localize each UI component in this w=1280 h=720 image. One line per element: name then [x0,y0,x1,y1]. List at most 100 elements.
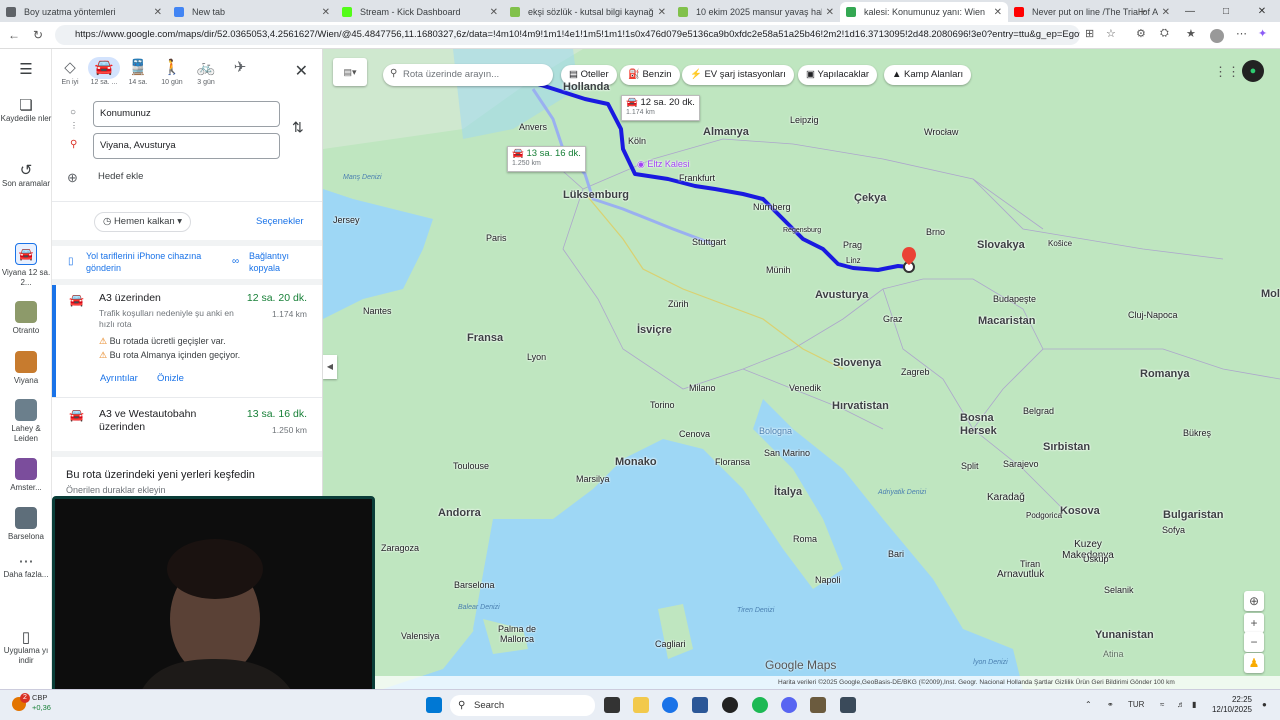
destination-input[interactable]: Viyana, Avusturya [93,133,280,159]
route-time-bubble-primary[interactable]: 🚘 12 sa. 20 dk. 1.174 km [621,95,700,121]
rail-recent-otranto[interactable]: Otranto [0,301,52,336]
app-icon[interactable] [840,697,856,713]
microphone-icon[interactable]: ⚭ [1107,700,1114,709]
layer-toggle[interactable]: ▤▾ [333,58,367,86]
explore-subtitle[interactable]: Önerilen duraklar ekleyin [66,485,166,495]
taskbar-search[interactable]: ⚲ Search [450,695,595,716]
edge-icon[interactable] [662,697,678,713]
chip-ev-charging[interactable]: ⚡ EV şarj istasyonları [682,65,794,85]
bookmark-star-icon[interactable]: ☆ [1106,27,1116,40]
swap-icon[interactable]: ⇅ [292,119,304,136]
file-explorer-icon[interactable] [633,697,649,713]
tray-chevron-icon[interactable]: ⌃ [1085,700,1092,709]
mode-plane[interactable]: ✈ [224,57,256,86]
rail-saved[interactable]: ❏ Kaydedile nler [0,98,52,124]
volume-icon[interactable]: ♬ [1177,700,1185,709]
back-icon[interactable]: ← [4,28,24,42]
browser-tab[interactable]: ekşi sözlük - kutsal bilgi kaynağı ✕ [504,2,672,22]
add-stop-label[interactable]: Hedef ekle [98,171,143,182]
store-icon[interactable] [692,697,708,713]
browser-tab[interactable]: Stream - Kick Dashboard ✕ [336,2,504,22]
mode-bike[interactable]: 🚲 3 gün [190,57,222,86]
taskbar-clock[interactable]: 22:25 12/10/2025 [1212,695,1252,715]
rail-recent-amsterdam[interactable]: Amster... [0,458,52,493]
tab-close-icon[interactable]: ✕ [994,7,1002,18]
mode-car[interactable]: 🚘 12 sa. ... [88,57,120,86]
add-stop-icon[interactable]: ⊕ [67,170,78,186]
route-option-alt[interactable]: 🚘 A3 ve Westautobahn üzerinden 13 sa. 16… [52,398,322,450]
rail-recent-lahey[interactable]: Lahey & Leiden [0,399,52,444]
origin-input[interactable]: Konumunuz [93,101,280,127]
browser-tab[interactable]: 10 ekim 2025 mansur yavaş hakk ✕ [672,2,840,22]
spotify-icon[interactable] [752,697,768,713]
copy-link-button[interactable]: Bağlantıyı kopyala [249,250,319,274]
wifi-icon[interactable]: ≈ [1160,700,1164,709]
link-icon: ∞ [232,256,240,267]
notification-bell-icon[interactable]: ● [1262,700,1267,709]
copilot-icon[interactable]: ✦ [1258,27,1267,40]
menu-icon[interactable]: ☰ [0,62,52,78]
tab-close-icon[interactable]: ✕ [826,7,834,18]
rail-download-app[interactable]: ▯ Uygulama yı indir [0,630,52,666]
browser-tab[interactable]: Boy uzatma yöntemleri ✕ [0,2,168,22]
chip-things-to-do[interactable]: ▣ Yapılacaklar [798,65,878,85]
mode-train[interactable]: 🚆 14 sa. [122,57,154,86]
puzzle-icon[interactable]: ⛭ [1160,27,1169,40]
account-avatar[interactable]: ● [1242,60,1264,82]
rail-recent[interactable]: ↺ Son aramalar [0,163,52,189]
battery-icon[interactable]: ▮ [1192,700,1196,709]
rail-more[interactable]: ⋯ Daha fazla... [0,554,52,580]
task-view-icon[interactable] [604,697,620,713]
tab-close-icon[interactable]: ✕ [658,7,666,18]
browser-tab[interactable]: New tab ✕ [168,2,336,22]
clock-icon: ◷ [103,216,114,227]
collapse-panel-button[interactable]: ◀ [323,355,337,379]
tab-close-icon[interactable]: ✕ [322,7,330,18]
map-search-input[interactable]: Rota üzerinde arayın... [383,64,553,86]
tab-close-icon[interactable]: ✕ [1162,7,1170,18]
pegman-icon[interactable]: ♟ [1244,653,1264,673]
discord-icon[interactable] [781,697,797,713]
rail-recent-barselona[interactable]: Barselona [0,507,52,542]
browser-tab[interactable]: Never put on line /The Trial of A ✕ [1008,2,1176,22]
poi-eltz-castle[interactable]: ◉ Eltz Kalesi [637,159,689,170]
depart-dropdown[interactable]: ◷ Hemen kalkan ▾ [94,212,192,232]
windows-start-icon[interactable] [426,697,442,713]
chip-campgrounds[interactable]: ▲ Kamp Alanları [884,65,972,85]
send-to-phone-link[interactable]: Yol tariflerini iPhone cihazına gönderin [86,250,206,274]
close-window-icon[interactable]: ✕ [1244,0,1280,22]
route-option-primary[interactable]: 🚘 A3 üzerinden 12 sa. 20 dk. 1.174 km Tr… [52,285,322,397]
map-canvas[interactable]: Rota üzerinde arayın... ⚲ ▤▾ ▤ Oteller ⛽… [323,49,1280,689]
profile-avatar[interactable] [1210,29,1224,43]
menu-dots-icon[interactable]: ⋯ [1236,27,1247,40]
zoom-out-button[interactable]: − [1244,632,1264,652]
zoom-in-button[interactable]: + [1244,613,1264,633]
minimize-icon[interactable]: — [1172,0,1208,22]
browser-tab[interactable]: kalesi: Konumunuz yanı: Wien ✕ [840,2,1008,22]
install-app-icon[interactable]: ⊞ [1085,27,1094,40]
obs-icon[interactable] [722,697,738,713]
preview-link[interactable]: Önizle [157,373,184,384]
close-directions-icon[interactable]: ✕ [295,61,308,81]
extensions-icon[interactable]: ⚙ [1136,27,1146,40]
details-link[interactable]: Ayrıntılar [100,373,138,384]
new-tab-button[interactable]: + [1138,3,1146,19]
reload-icon[interactable]: ↻ [28,28,48,42]
mode-walk[interactable]: 🚶 10 gün [156,57,188,86]
weather-widget[interactable]: 2 CBP +0,36 [6,693,51,713]
tab-close-icon[interactable]: ✕ [490,7,498,18]
tab-close-icon[interactable]: ✕ [154,7,162,18]
game-icon[interactable] [810,697,826,713]
url-field[interactable]: https://www.google.com/maps/dir/52.03650… [55,25,1080,45]
language-indicator[interactable]: TUR [1128,700,1144,709]
chip-gas[interactable]: ⛽ Benzin [620,65,680,85]
mode-best[interactable]: ◇ En iyi [54,57,86,86]
origin-circle-icon: ○ [70,107,77,118]
options-button[interactable]: Seçenekler [256,216,304,227]
maximize-icon[interactable]: □ [1208,0,1244,22]
rail-recent-viyana[interactable]: Viyana [0,351,52,386]
favorites-icon[interactable]: ★ [1186,27,1196,40]
rail-recent-vienna-route[interactable]: 🚘 Viyana 12 sa. 2... [0,243,52,288]
my-location-icon[interactable]: ⊕ [1244,591,1264,611]
route-time-bubble-alt[interactable]: 🚘 13 sa. 16 dk. 1.250 km [507,146,586,172]
